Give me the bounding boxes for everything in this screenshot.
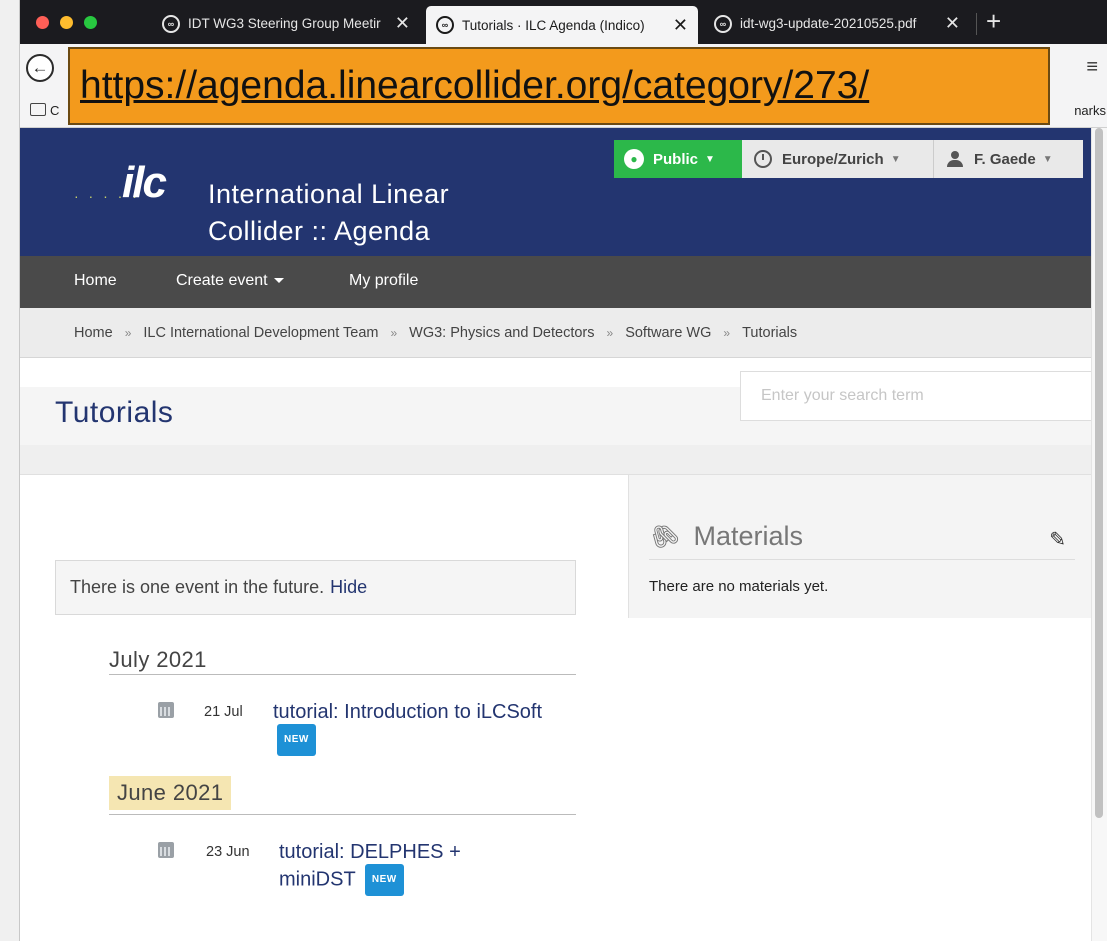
vertical-scrollbar[interactable]	[1091, 128, 1107, 941]
caret-down-icon: ▼	[705, 153, 715, 165]
breadcrumb-separator: »	[390, 325, 398, 340]
main-navbar: Home Create event My profile	[20, 256, 1092, 308]
browser-window: ∞ IDT WG3 Steering Group Meetir ✕ ∞ Tuto…	[19, 0, 1107, 941]
edit-pencil-icon[interactable]: ✎	[1049, 527, 1066, 552]
public-label: Public	[653, 150, 699, 168]
event-date: 21 Jul	[204, 704, 243, 720]
page-title: Tutorials	[55, 396, 174, 429]
breadcrumb-item[interactable]: Home	[74, 325, 113, 341]
event-date: 23 Jun	[206, 844, 250, 860]
materials-heading: 🖇 Materials	[644, 517, 803, 556]
future-events-notice: There is one event in the future. Hide	[55, 560, 576, 615]
title-band-lower	[20, 445, 1092, 475]
tab-separator	[976, 13, 977, 35]
event-title-link[interactable]: tutorial: Introduction to iLCSoft NEW	[273, 700, 543, 756]
search-input[interactable]	[740, 371, 1092, 421]
tab-idt-wg3-steering[interactable]: ∞ IDT WG3 Steering Group Meetir ✕	[152, 7, 420, 40]
caret-down-icon: ▼	[1042, 153, 1053, 165]
breadcrumb: Home » ILC International Development Tea…	[20, 308, 1092, 358]
timezone-label: Europe/Zurich	[782, 150, 884, 168]
clock-icon	[754, 150, 772, 168]
user-icon	[946, 151, 964, 167]
materials-title: Materials	[693, 521, 803, 551]
hide-future-link[interactable]: Hide	[330, 577, 367, 598]
close-tab-icon[interactable]: ✕	[395, 13, 410, 34]
url-text: https://agenda.linearcollider.org/catego…	[80, 64, 870, 107]
tab-title: IDT WG3 Steering Group Meetir	[188, 16, 381, 31]
caret-down-icon	[273, 278, 284, 284]
site-title-line2: Collider :: Agenda	[208, 216, 431, 246]
user-dropdown-button[interactable]: F. Gaede ▼	[934, 140, 1083, 178]
back-arrow-icon: ←	[31, 58, 49, 77]
divider	[109, 674, 576, 675]
hamburger-menu-icon[interactable]: ≡	[1086, 56, 1098, 79]
new-badge: NEW	[364, 864, 404, 896]
url-bar[interactable]: https://agenda.linearcollider.org/catego…	[68, 47, 1050, 125]
tab-tutorials[interactable]: ∞ Tutorials · ILC Agenda (Indico) ✕	[426, 6, 698, 44]
future-events-text: There is one event in the future.	[70, 577, 325, 597]
breadcrumb-item[interactable]: Software WG	[625, 325, 711, 341]
paperclip-icon: 🖇	[644, 517, 685, 556]
indico-favicon-icon: ∞	[162, 14, 180, 33]
scrollbar-thumb[interactable]	[1095, 128, 1103, 818]
month-heading-highlighted: June 2021	[109, 776, 232, 810]
close-tab-icon[interactable]: ✕	[673, 15, 688, 36]
user-label: F. Gaede	[974, 150, 1036, 168]
site-title[interactable]: International Linear Collider :: Agenda	[208, 176, 449, 250]
breadcrumb-item[interactable]: ILC International Development Team	[143, 325, 378, 341]
ilc-logo[interactable]: ilc	[122, 158, 167, 208]
timezone-dropdown-button[interactable]: Europe/Zurich ▼	[742, 140, 934, 178]
breadcrumb-separator: »	[723, 325, 731, 340]
new-badge: NEW	[277, 724, 316, 756]
breadcrumb-separator: »	[606, 325, 614, 340]
tab-title: Tutorials · ILC Agenda (Indico)	[462, 17, 645, 33]
indico-favicon-icon: ∞	[714, 14, 732, 33]
globe-icon: ●	[624, 149, 644, 169]
folder-icon[interactable]	[30, 103, 46, 116]
nav-create-event-label: Create event	[176, 272, 268, 289]
protection-dropdown-button[interactable]: ● Public ▼	[614, 140, 742, 178]
nav-my-profile[interactable]: My profile	[349, 272, 418, 290]
minimize-window-button[interactable]	[60, 16, 73, 29]
site-header: · · · · · ilc International Linear Colli…	[20, 128, 1092, 256]
calendar-icon	[158, 702, 174, 718]
tab-strip: ∞ IDT WG3 Steering Group Meetir ✕ ∞ Tuto…	[20, 0, 1107, 44]
breadcrumb-item[interactable]: WG3: Physics and Detectors	[409, 325, 594, 341]
close-tab-icon[interactable]: ✕	[945, 13, 960, 34]
site-title-line1: International Linear	[208, 179, 450, 209]
event-title-link[interactable]: tutorial: DELPHES + miniDST NEW	[279, 840, 519, 896]
breadcrumb-item-current[interactable]: Tutorials	[742, 325, 797, 341]
nav-home[interactable]: Home	[74, 272, 117, 290]
new-tab-button[interactable]: +	[986, 6, 1001, 36]
nav-create-event[interactable]: Create event	[176, 272, 284, 290]
back-button[interactable]: ←	[26, 54, 54, 82]
materials-panel: 🖇 Materials ✎ There are no materials yet…	[628, 475, 1092, 618]
other-bookmarks[interactable]: narks	[1074, 103, 1106, 118]
divider	[109, 814, 576, 815]
web-page: · · · · · ilc International Linear Colli…	[20, 128, 1092, 941]
divider	[649, 559, 1075, 560]
breadcrumb-separator: »	[124, 325, 132, 340]
month-heading: July 2021	[109, 647, 207, 672]
indico-favicon-icon: ∞	[436, 16, 454, 34]
close-window-button[interactable]	[36, 16, 49, 29]
tab-idt-wg3-update-pdf[interactable]: ∞ idt-wg3-update-20210525.pdf ✕	[704, 7, 970, 40]
maximize-window-button[interactable]	[84, 16, 97, 29]
materials-empty-text: There are no materials yet.	[649, 578, 829, 595]
bookmark-item[interactable]: C	[50, 103, 59, 118]
caret-down-icon: ▼	[890, 153, 901, 165]
event-title: tutorial: Introduction to iLCSoft	[273, 701, 543, 723]
calendar-icon	[158, 842, 174, 858]
tab-title: idt-wg3-update-20210525.pdf	[740, 16, 917, 31]
